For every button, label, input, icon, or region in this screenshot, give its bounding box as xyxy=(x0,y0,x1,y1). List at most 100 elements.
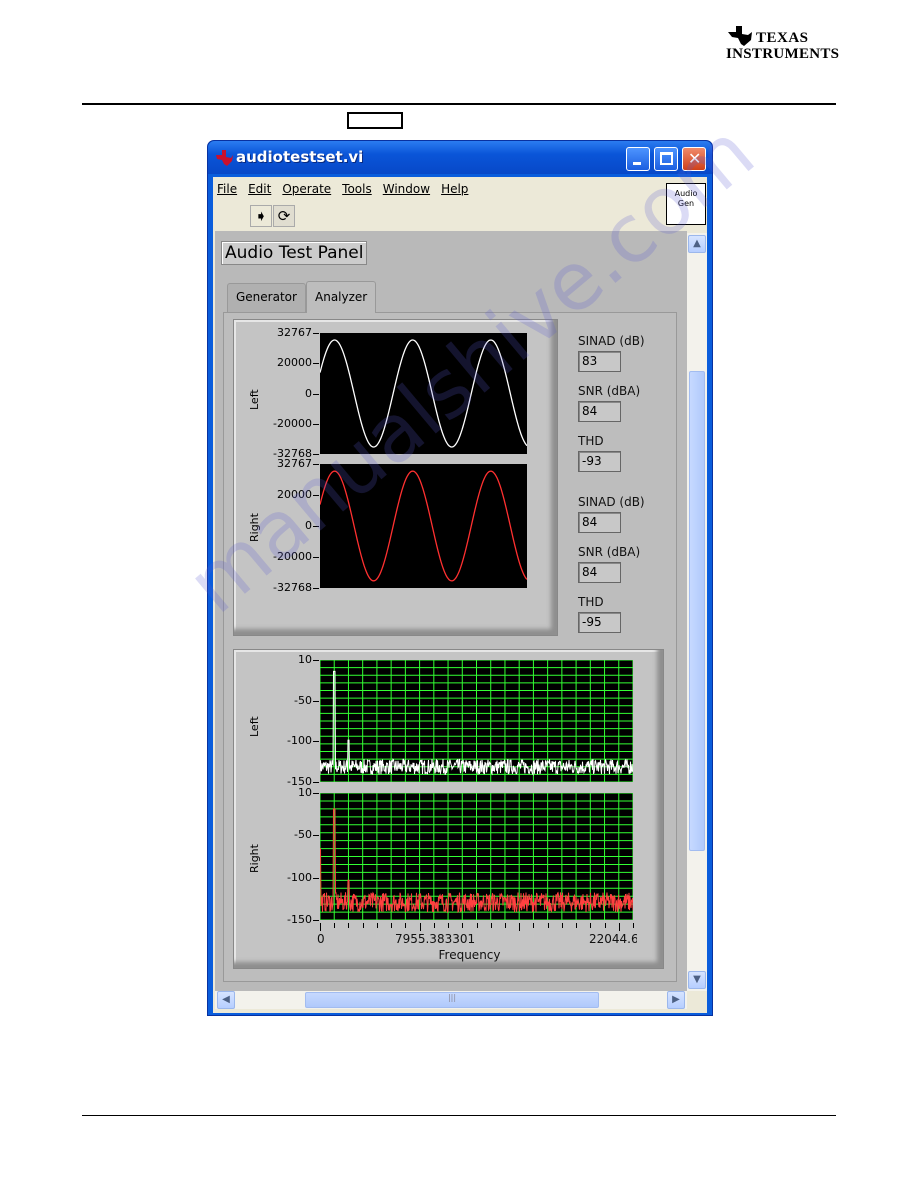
scroll-up-button[interactable]: ▲ xyxy=(688,235,706,253)
x-tick xyxy=(618,923,620,931)
y-tick-label: 20000 xyxy=(277,488,312,501)
scroll-left-button[interactable]: ◀ xyxy=(217,991,235,1009)
maximize-button[interactable] xyxy=(654,147,678,171)
plot-area-0 xyxy=(320,333,527,454)
y-tick xyxy=(313,333,319,334)
minimize-button[interactable] xyxy=(626,147,650,171)
y-tick xyxy=(313,393,319,395)
header-rule xyxy=(82,103,836,105)
x-tick xyxy=(519,923,521,931)
menu-bar: File Edit Operate Tools Window Help xyxy=(217,182,468,196)
y-tick-label: -20000 xyxy=(273,550,312,563)
scroll-right-button[interactable]: ▶ xyxy=(667,991,685,1009)
analyzer-tab-body: 32767 20000 0 -20000 -32768 Left 32767 20000 0 -2… xyxy=(223,312,677,982)
menu-window[interactable]: Window xyxy=(383,182,430,196)
run-arrow-icon[interactable]: ➧ xyxy=(250,205,272,227)
plot-area-3 xyxy=(320,793,633,920)
footer-rule xyxy=(82,1115,836,1116)
front-panel: Audio Test Panel Generator 32767 20000 0 -2… xyxy=(215,231,687,991)
x-tick xyxy=(561,923,563,928)
x-tick-label: 7955.383301 xyxy=(394,932,476,946)
menu-edit[interactable]: Edit xyxy=(248,182,271,196)
close-button[interactable]: ✕ xyxy=(682,147,706,171)
x-tick xyxy=(504,923,506,928)
y-axis-label: Left xyxy=(248,716,261,737)
x-tick xyxy=(533,923,535,928)
texas-state-icon xyxy=(728,26,752,46)
tab-analyzer[interactable]: Analyzer xyxy=(306,281,377,313)
series-line xyxy=(320,339,527,448)
right-measure-value: -95 xyxy=(578,612,621,633)
vertical-scroll-thumb[interactable] xyxy=(689,371,705,851)
right-measure-label: SNR (dBA) xyxy=(578,545,641,559)
y-tick xyxy=(313,793,319,794)
y-tick xyxy=(313,557,319,558)
y-tick-label: -20000 xyxy=(273,416,312,430)
x-tick xyxy=(590,923,592,928)
x-tick xyxy=(547,923,549,928)
tab-generator[interactable]: Generator xyxy=(227,283,306,313)
y-axis-label: Right xyxy=(248,513,261,542)
y-tick xyxy=(313,588,319,589)
ti-logo: TEXAS INSTRUMENTS xyxy=(726,24,839,64)
y-tick xyxy=(313,423,319,425)
x-tick xyxy=(462,923,464,928)
x-tick-label: 22044.6166 xyxy=(589,932,637,946)
y-tick xyxy=(313,363,319,365)
y-tick-label: 32767 xyxy=(277,457,312,470)
left-measure-label: SNR (dBA) xyxy=(578,384,641,398)
left-measure-label: THD xyxy=(578,434,604,448)
x-tick xyxy=(633,923,634,928)
left-measure-value: 84 xyxy=(578,401,621,422)
x-tick xyxy=(334,923,336,928)
x-axis-label: Frequency xyxy=(438,948,501,962)
series-line xyxy=(320,470,527,582)
x-tick xyxy=(448,923,450,928)
menu-file[interactable]: File xyxy=(217,182,237,196)
y-tick xyxy=(313,700,319,702)
x-tick xyxy=(376,923,378,928)
menu-operate[interactable]: Operate xyxy=(282,182,331,196)
menu-help[interactable]: Help xyxy=(441,182,468,196)
y-tick xyxy=(313,877,319,879)
app-window: audiotestset.vi ✕ File Edit Operate Tool… xyxy=(207,140,713,1016)
plot-area-1 xyxy=(320,464,527,588)
vertical-scrollbar[interactable]: ▲ ▼ xyxy=(687,233,707,991)
highlight-box xyxy=(347,112,403,129)
run-continuous-icon[interactable]: ⟳ xyxy=(273,205,295,227)
right-measure-value: 84 xyxy=(578,562,621,583)
left-measure-value: -93 xyxy=(578,451,621,472)
x-tick xyxy=(362,923,364,928)
window-client: File Edit Operate Tools Window Help ➧ ⟳ … xyxy=(213,177,707,1013)
y-tick xyxy=(313,920,319,921)
y-tick-label: -50 xyxy=(294,828,312,842)
y-tick-label: 10 xyxy=(298,786,312,799)
menu-tools[interactable]: Tools xyxy=(342,182,372,196)
x-tick xyxy=(391,923,393,928)
plot-area-2 xyxy=(320,660,633,782)
labview-icon xyxy=(216,150,233,166)
panel-title: Audio Test Panel xyxy=(221,241,368,265)
window-title: audiotestset.vi xyxy=(236,148,364,166)
horizontal-scroll-thumb[interactable]: ||| xyxy=(305,992,599,1008)
y-tick xyxy=(313,741,319,743)
right-measure-value: 84 xyxy=(578,512,621,533)
y-tick xyxy=(313,660,319,661)
scroll-down-button[interactable]: ▼ xyxy=(688,971,706,989)
y-tick xyxy=(313,454,319,455)
x-tick xyxy=(433,923,435,928)
horizontal-scrollbar[interactable]: ◀ ||| ▶ xyxy=(215,991,687,1009)
left-measure-label: SINAD (dB) xyxy=(578,334,645,348)
y-tick-label: -32768 xyxy=(273,581,312,594)
audio-gen-icon[interactable]: Audio Gen xyxy=(666,183,706,225)
y-axis-label: Left xyxy=(248,388,261,410)
x-tick xyxy=(604,923,606,928)
y-tick xyxy=(313,835,319,837)
x-tick xyxy=(576,923,578,928)
title-bar[interactable]: audiotestset.vi ✕ xyxy=(208,141,712,174)
x-tick xyxy=(405,923,407,928)
x-tick xyxy=(476,923,478,928)
y-tick-label: 10 xyxy=(298,653,312,666)
y-tick xyxy=(313,526,319,527)
left-measure-value: 83 xyxy=(578,351,621,372)
